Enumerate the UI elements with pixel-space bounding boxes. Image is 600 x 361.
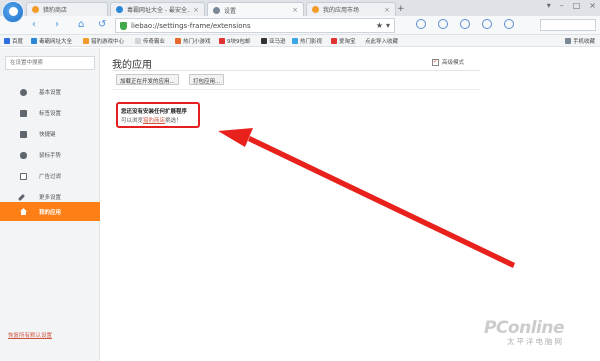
bookmarks-bar: 百度 毒霸网址大全 猎豹游戏中心 传奇霸业 热门小游戏 9块9包邮 亚马逊 热门…	[0, 35, 600, 47]
bookmark-star-icon[interactable]: ★	[376, 21, 383, 30]
shield-icon[interactable]	[416, 19, 426, 29]
dropdown-icon[interactable]: ▾	[386, 21, 390, 30]
secure-shield-icon	[120, 21, 127, 30]
game-icon	[83, 38, 89, 44]
settings-main: 我的应用 高级模式 加载正在开发的应用... 打包应用... 您还没有安装任何扩…	[100, 48, 600, 361]
sidebar-item-mouse-gestures[interactable]: 鼠标手势	[0, 146, 100, 164]
game-icon[interactable]	[438, 19, 448, 29]
close-icon[interactable]: ×	[193, 6, 199, 14]
bookmark-item[interactable]: 毒霸网址大全	[31, 37, 72, 45]
watermark-brand: PConline	[484, 318, 565, 338]
load-unpacked-button[interactable]: 加载正在开发的应用...	[116, 74, 179, 85]
bookmark-item[interactable]: 亚马逊	[261, 37, 286, 45]
navigation-bar: ‹ › ⌂ ↺ liebao://settings-frame/extensio…	[0, 16, 600, 35]
address-bar[interactable]: liebao://settings-frame/extensions ★ ▾	[115, 18, 395, 33]
bookmark-item[interactable]: 热门小游戏	[175, 37, 211, 45]
folder-icon	[565, 38, 571, 44]
duba-icon	[31, 38, 37, 44]
baidu-icon	[4, 38, 10, 44]
sidebar-item-my-apps[interactable]: 我的应用	[0, 202, 100, 221]
import-bookmarks-link[interactable]: 点此导入收藏	[365, 37, 398, 45]
tab-label: 猎豹商店	[43, 7, 68, 14]
tab-label: 毒霸网址大全 - 最安全...	[127, 7, 191, 14]
amazon-icon	[261, 38, 267, 44]
developer-mode-label: 高级模式	[442, 60, 465, 66]
pack-app-button[interactable]: 打包应用...	[189, 74, 225, 85]
divider	[112, 89, 480, 90]
empty-extensions-notice: 您还没有安装任何扩展程序 可以浏览猎豹商店挑选！	[116, 102, 200, 128]
mobile-bookmarks[interactable]: 手机收藏	[565, 37, 595, 45]
page-icon	[135, 38, 141, 44]
tab-app-market[interactable]: 我的应用市场 ×	[306, 2, 396, 16]
window-controls: ▾ – □ ×	[547, 1, 596, 10]
back-button[interactable]: ‹	[32, 19, 36, 31]
notice-title: 您还没有安装任何扩展程序	[121, 109, 188, 115]
tab-duba[interactable]: 毒霸网址大全 - 最安全... ×	[110, 2, 205, 16]
tab-shop[interactable]: 猎豹商店	[26, 2, 108, 16]
wrench-icon	[17, 193, 26, 201]
shop-icon	[32, 6, 39, 13]
close-icon[interactable]: ×	[384, 6, 390, 14]
close-icon[interactable]: ×	[292, 6, 298, 14]
url-text[interactable]: liebao://settings-frame/extensions	[131, 22, 373, 30]
tab-strip: 猎豹商店 毒霸网址大全 - 最安全... × 设置 × 我的应用市场 × + ▾…	[0, 0, 600, 23]
maximize-icon[interactable]: □	[573, 1, 581, 10]
developer-mode-toggle[interactable]: 高级模式	[432, 58, 464, 66]
user-icon[interactable]	[504, 19, 514, 29]
skin-icon[interactable]: ▾	[547, 1, 551, 10]
sidebar-item-basic[interactable]: 基本设置	[0, 83, 100, 101]
forward-button[interactable]: ›	[55, 19, 59, 31]
duba-icon	[116, 6, 123, 13]
sidebar-item-tabs[interactable]: 标签设置	[0, 104, 100, 122]
minimize-icon[interactable]: –	[560, 1, 564, 10]
bookmark-item[interactable]: 猎豹游戏中心	[83, 37, 124, 45]
home-icon	[20, 208, 27, 215]
deal-icon	[219, 38, 225, 44]
mini-game-icon	[175, 38, 181, 44]
download-icon[interactable]	[460, 19, 470, 29]
tab-label: 我的应用市场	[323, 7, 360, 14]
menu-icon[interactable]	[482, 19, 492, 29]
tab-label: 设置	[224, 7, 237, 15]
settings-sidebar: 基本设置 标签设置 快捷键 鼠标手势 广告过滤 更多设置 我的应用 恢复所有默认…	[0, 48, 100, 361]
filter-icon	[20, 172, 27, 180]
gear-icon	[20, 88, 27, 96]
gear-icon	[213, 6, 220, 14]
taobao-icon	[331, 38, 337, 44]
search-input[interactable]	[540, 19, 596, 31]
bookmark-item[interactable]: 热门影视	[292, 37, 322, 45]
bookmark-item[interactable]: 传奇霸业	[135, 37, 165, 45]
settings-search-input[interactable]	[5, 56, 95, 70]
keyboard-icon	[20, 130, 27, 138]
new-tab-button[interactable]: +	[397, 4, 405, 14]
notice-text: 可以浏览猎豹商店挑选！	[121, 118, 182, 124]
store-link[interactable]: 猎豹商店	[143, 118, 165, 124]
page-title: 我的应用	[112, 60, 152, 71]
pconline-watermark: PConline 太平洋电脑网	[484, 318, 565, 347]
close-window-icon[interactable]: ×	[589, 1, 596, 10]
home-button[interactable]: ⌂	[78, 19, 84, 31]
mouse-icon	[20, 151, 27, 159]
bookmark-item[interactable]: 百度	[4, 37, 23, 45]
developer-mode-checkbox[interactable]	[432, 58, 439, 66]
divider	[112, 70, 480, 71]
sidebar-item-ad-filter[interactable]: 广告过滤	[0, 167, 100, 185]
video-icon	[292, 38, 298, 44]
shop-icon	[312, 6, 319, 13]
restore-defaults-link[interactable]: 恢复所有默认设置	[8, 331, 52, 339]
tab-icon	[20, 109, 27, 117]
bookmark-item[interactable]: 9块9包邮	[219, 37, 251, 45]
reload-button[interactable]: ↺	[98, 19, 106, 31]
toolbar-icons	[416, 19, 514, 29]
browser-logo-icon[interactable]	[2, 1, 24, 23]
tab-settings[interactable]: 设置 ×	[207, 2, 304, 17]
bookmark-item[interactable]: 爱淘宝	[331, 37, 356, 45]
sidebar-item-shortcuts[interactable]: 快捷键	[0, 125, 100, 143]
